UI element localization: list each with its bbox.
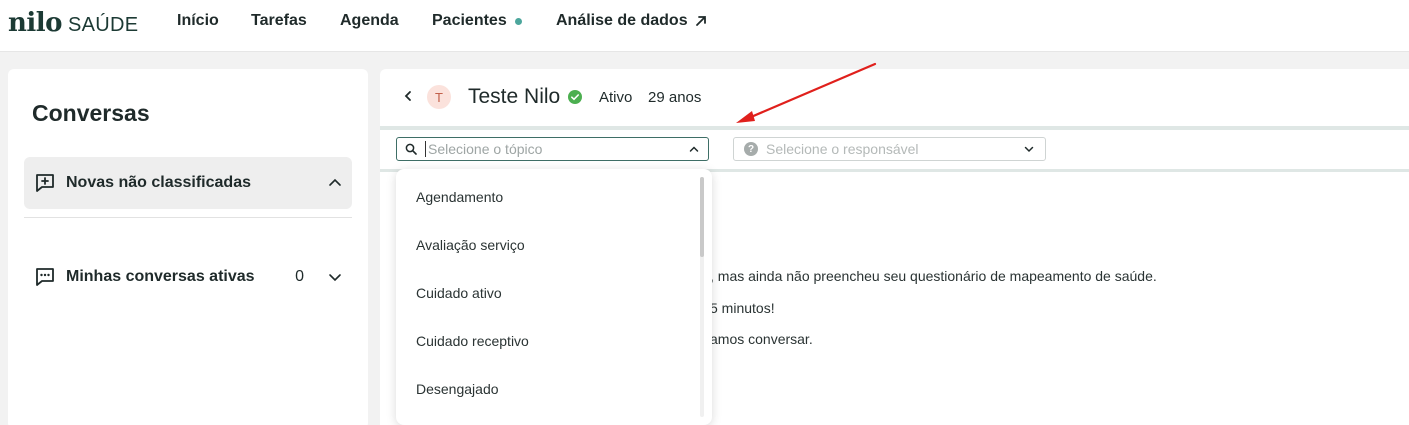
sidebar-section-minhas-conversas-ativas[interactable]: Minhas conversas ativas 0: [24, 251, 352, 303]
chat-message-line: 5 minutos!: [710, 300, 775, 316]
chevron-down-icon[interactable]: [1023, 143, 1035, 155]
chat-message-line: , mas ainda não preencheu seu questionár…: [710, 268, 1157, 284]
new-chat-icon: [36, 174, 54, 192]
external-link-arrow-icon: [695, 16, 706, 26]
brand-suffix: SAÚDE: [68, 14, 139, 36]
nav-item-inicio[interactable]: Início: [177, 12, 219, 30]
nav-item-pacientes[interactable]: Pacientes: [432, 12, 522, 30]
nav-item-label: Análise de dados: [556, 12, 688, 29]
header-divider: [380, 126, 1409, 130]
sidebar-section-label: Novas não classificadas: [66, 174, 251, 191]
patient-status: Ativo: [599, 89, 633, 106]
patient-avatar: T: [427, 85, 451, 109]
sidebar-title: Conversas: [32, 100, 150, 126]
verified-check-icon: [568, 90, 582, 104]
conversations-sidebar: Conversas Novas não classificadas Minhas…: [8, 69, 368, 425]
responsible-select-placeholder: Selecione o responsável: [766, 141, 919, 157]
patient-age: 29 anos: [648, 89, 702, 106]
topic-option[interactable]: Avaliação serviço: [416, 229, 686, 261]
nav-item-label: Pacientes: [432, 12, 507, 29]
topic-dropdown-menu: Agendamento Avaliação serviço Cuidado at…: [396, 169, 712, 425]
sidebar-section-novas-nao-classificadas[interactable]: Novas não classificadas: [24, 157, 352, 209]
dropdown-scrollbar[interactable]: [700, 177, 704, 417]
notification-dot-icon: [514, 17, 522, 25]
nav-item-label: Tarefas: [251, 12, 307, 29]
top-nav: nilo SAÚDE Início Tarefas Agenda Pacient…: [0, 0, 1409, 52]
topic-option[interactable]: Agendamento: [416, 181, 686, 213]
nav-item-label: Início: [177, 12, 219, 29]
conversation-count: 0: [295, 268, 304, 285]
chevron-up-icon[interactable]: [688, 143, 700, 155]
chat-message-line: amos conversar.: [710, 331, 813, 347]
annotation-arrow-icon: [736, 62, 877, 123]
brand-logo[interactable]: nilo SAÚDE: [8, 8, 138, 38]
chevron-down-icon[interactable]: [328, 270, 342, 284]
patient-header: T Teste Nilo Ativo 29 anos: [380, 69, 1409, 126]
question-mark-icon: ?: [744, 142, 758, 156]
topic-option[interactable]: Desengajado: [416, 373, 686, 405]
dropdown-scroll-thumb[interactable]: [700, 177, 704, 257]
nav-item-tarefas[interactable]: Tarefas: [251, 12, 307, 30]
search-icon: [405, 143, 417, 155]
sidebar-divider: [24, 217, 352, 218]
back-chevron-icon[interactable]: [400, 88, 416, 104]
responsible-select[interactable]: ? Selecione o responsável: [733, 137, 1046, 161]
nav-item-agenda[interactable]: Agenda: [340, 12, 399, 30]
nav-item-analise-de-dados[interactable]: Análise de dados: [556, 12, 708, 30]
patient-name[interactable]: Teste Nilo: [468, 85, 560, 109]
sidebar-section-label: Minhas conversas ativas: [66, 268, 255, 285]
chevron-up-icon[interactable]: [328, 176, 342, 190]
topic-select-placeholder[interactable]: Selecione o tópico: [425, 141, 680, 157]
nav-item-label: Agenda: [340, 12, 399, 29]
brand-name: nilo: [8, 8, 63, 38]
topic-select[interactable]: Selecione o tópico: [396, 137, 709, 161]
chat-bubble-icon: [36, 268, 54, 286]
topic-option[interactable]: Cuidado receptivo: [416, 325, 686, 357]
topic-option[interactable]: Cuidado ativo: [416, 277, 686, 309]
